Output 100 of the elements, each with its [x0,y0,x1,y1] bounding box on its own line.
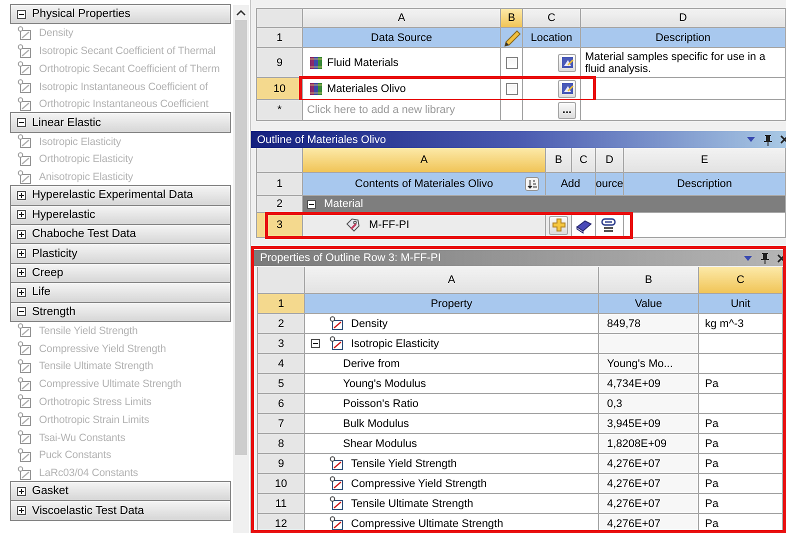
column-letter[interactable]: A [303,9,501,28]
property-unit[interactable]: Pa [705,518,718,530]
checkbox[interactable] [506,56,518,68]
expand-icon[interactable] [17,506,26,516]
material-name[interactable]: M-FF-PI [369,219,410,231]
column-letter[interactable]: C [523,9,581,28]
property-unit[interactable]: kg m^-3 [705,318,744,330]
column-letter[interactable]: C [699,267,783,294]
property-unit[interactable]: Pa [705,438,718,450]
row-number[interactable]: 1 [257,28,303,48]
row-number[interactable]: 2 [258,314,305,334]
row-number[interactable]: * [257,100,303,121]
checkbox[interactable] [506,82,518,94]
column-header: Data Source [303,28,501,48]
property-value[interactable]: 4,276E+07 [607,478,661,490]
row-number[interactable]: 9 [257,48,303,78]
expand-icon[interactable] [17,230,26,239]
books-icon [309,80,323,96]
collapse-icon[interactable] [307,200,316,208]
property-unit[interactable]: Pa [705,418,718,430]
chart-icon [17,376,33,392]
collapse-icon[interactable] [311,339,320,348]
row-number[interactable]: 2 [257,196,303,213]
row-number[interactable]: 6 [258,394,305,414]
group-header[interactable]: Physical Properties [10,4,231,24]
row-number[interactable]: 7 [258,414,305,434]
expand-icon[interactable] [17,210,26,220]
expand-icon[interactable] [17,486,26,496]
collapse-icon[interactable] [17,118,26,128]
pin-icon[interactable] [759,252,771,264]
property-value[interactable]: 3,945E+09 [607,418,661,430]
property-value[interactable]: 0,3 [607,398,622,410]
column-letter[interactable]: A [303,148,546,173]
browse-button[interactable] [558,54,576,72]
column-letter[interactable]: D [581,9,786,28]
add-button[interactable] [549,216,568,234]
close-icon[interactable] [780,135,786,144]
property-value[interactable]: 4,276E+07 [607,518,661,530]
property-value[interactable]: 4,276E+07 [607,458,661,470]
chart-icon [17,170,33,185]
group-header[interactable]: Creep [10,262,231,284]
row-number[interactable]: 11 [258,494,305,514]
property-value[interactable]: 4,734E+09 [607,378,661,390]
group-header[interactable]: Chaboche Test Data [10,224,231,244]
row-number[interactable]: 10 [257,78,303,100]
column-letter[interactable]: B [546,148,572,173]
expand-icon[interactable] [17,190,26,200]
expand-icon[interactable] [17,288,26,297]
close-icon[interactable] [777,254,783,262]
property-name: Isotropic Elasticity [351,338,440,350]
group-header[interactable]: Plasticity [10,243,231,264]
row-number[interactable]: 3 [258,334,305,354]
dropdown-icon[interactable] [746,135,756,144]
chart-icon [17,430,33,446]
row-number[interactable]: 1 [258,294,305,314]
property-unit[interactable]: Pa [705,498,718,510]
group-header[interactable]: Hyperelastic Experimental Data [10,185,231,206]
group-header[interactable]: Gasket [10,481,231,502]
row-number[interactable]: 9 [258,454,305,474]
collapse-icon[interactable] [17,307,26,316]
column-letter[interactable]: B [501,9,523,28]
collapse-icon[interactable] [17,10,26,19]
column-letter[interactable]: E [624,148,786,173]
scrollbar-thumb[interactable] [235,20,247,455]
property-value[interactable]: 849,78 [607,318,641,330]
expand-icon[interactable] [17,249,26,258]
row-number[interactable]: 4 [258,354,305,374]
panel-title: Properties of Outline Row 3: M-FF-PI [260,252,442,264]
property-value[interactable]: Young's Mo... [607,358,673,370]
property-value[interactable]: 4,276E+07 [607,498,661,510]
dropdown-icon[interactable] [743,254,753,262]
group-header[interactable]: Viscoelastic Test Data [10,500,231,521]
property-unit[interactable]: Pa [705,378,718,390]
group-header[interactable]: Life [10,282,231,302]
column-letter[interactable]: B [599,267,699,294]
more-button[interactable]: ... [558,102,576,118]
group-header[interactable]: Strength [10,302,231,322]
browse-button[interactable] [558,80,576,98]
row-number[interactable]: 12 [258,514,305,530]
library-name[interactable]: Materiales Olivo [327,82,406,94]
column-letter[interactable]: A [305,267,599,294]
property-unit[interactable]: Pa [705,458,718,470]
column-letter[interactable]: C [572,148,596,173]
group-header[interactable]: Linear Elastic [10,112,231,133]
expand-icon[interactable] [17,268,26,278]
column-letter[interactable]: D [596,148,624,173]
property-unit[interactable]: Pa [705,478,718,490]
row-number[interactable]: 5 [258,374,305,394]
row-number[interactable]: 10 [258,474,305,494]
row-number[interactable]: 8 [258,434,305,454]
pin-icon[interactable] [762,134,774,146]
property-value[interactable]: 1,8208E+09 [607,438,667,450]
sort-button[interactable] [525,177,539,191]
group-header[interactable]: Hyperelastic [10,204,231,225]
chart-icon [17,323,33,338]
row-number[interactable]: 1 [257,173,303,196]
scrollbar[interactable] [233,5,249,533]
scroll-up-icon[interactable] [236,9,246,17]
chart-icon [17,26,33,41]
library-name[interactable]: Fluid Materials [327,56,399,68]
